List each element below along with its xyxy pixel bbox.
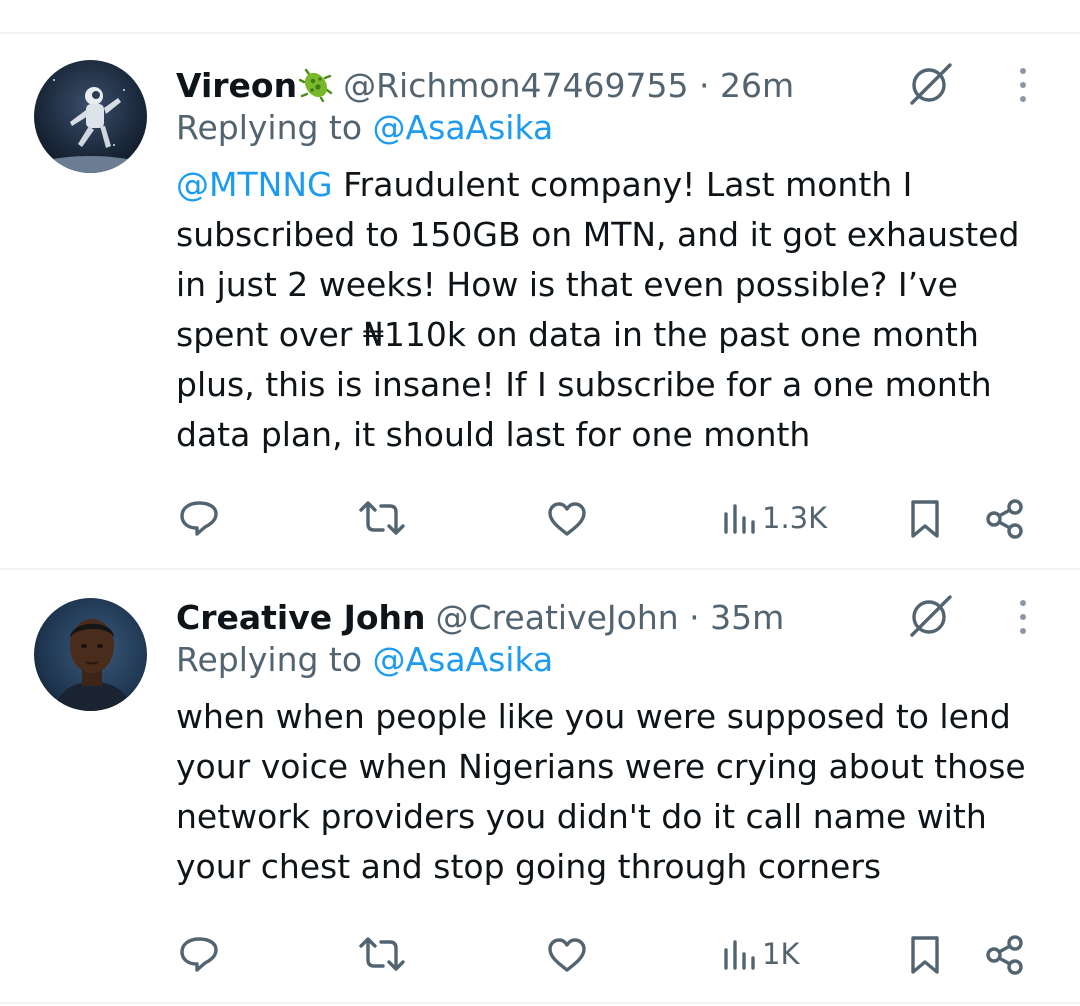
like-icon (548, 502, 586, 536)
text-line: spent over ₦110k on data in the past one… (176, 315, 979, 354)
text-line: network providers you didn't do it call … (176, 797, 987, 836)
dot-separator: · (678, 597, 711, 637)
retweet-button[interactable] (357, 500, 407, 536)
mention-link[interactable]: @MTNNG (176, 165, 333, 204)
share-button[interactable] (984, 934, 1026, 976)
bookmark-button[interactable] (908, 934, 942, 976)
like-icon (548, 938, 586, 972)
like-button[interactable] (546, 500, 588, 538)
grok-icon[interactable] (904, 592, 956, 642)
user-handle[interactable]: @CreativeJohn (436, 598, 679, 637)
text-line: plus, this is insane! If I subscribe for… (176, 365, 992, 404)
tweet-header: Creative John @CreativeJohn · 35m (176, 592, 784, 642)
tweet-text: @MTNNG Fraudulent company! Last month I … (176, 160, 1056, 460)
view-count: 1K (762, 937, 800, 971)
reply-icon (180, 501, 218, 536)
share-button[interactable] (984, 498, 1026, 540)
microbe-emoji-icon (298, 68, 333, 103)
bookmark-button[interactable] (908, 498, 942, 540)
handle-and-time: @CreativeJohn · 35m (436, 598, 785, 637)
avatar[interactable] (34, 60, 147, 173)
views-button[interactable]: 1.3K (722, 500, 827, 536)
views-icon (724, 504, 755, 534)
tweet-creative-john[interactable]: Creative John @CreativeJohn · 35m Replyi… (0, 592, 1080, 1002)
astronaut-avatar-image (34, 60, 147, 173)
dot-separator: · (688, 65, 720, 105)
timestamp[interactable]: 35m (710, 598, 784, 637)
user-handle[interactable]: @Richmon47469755 (343, 66, 688, 105)
retweet-icon (359, 937, 405, 971)
views-icon (724, 940, 755, 970)
text-line: @MTNNG Fraudulent company! Last month I (176, 160, 1056, 210)
replying-prefix: Replying to (176, 108, 373, 147)
tweet-vireon[interactable]: Vireon @Richmon47469755 · 26m Replying t… (0, 60, 1080, 560)
share-icon (986, 935, 1023, 975)
tweet-divider (0, 568, 1080, 570)
tweet-text: when when people like you were supposed … (176, 692, 1056, 892)
bottom-divider (0, 1002, 1080, 1004)
replying-to-handle[interactable]: @AsaAsika (373, 640, 554, 679)
view-count: 1.3K (762, 501, 828, 535)
handle-and-time: @Richmon47469755 · 26m (343, 66, 794, 105)
reply-button[interactable] (178, 498, 220, 538)
top-divider (0, 32, 1080, 34)
timestamp[interactable]: 26m (720, 66, 794, 105)
bookmark-icon (911, 936, 939, 974)
text-line: when when people like you were supposed … (176, 697, 1011, 736)
text-line: subscribed to 150GB on MTN, and it got e… (176, 215, 1020, 254)
bookmark-icon (911, 500, 939, 538)
like-button[interactable] (546, 936, 588, 974)
reply-icon (180, 937, 218, 972)
text-line: in just 2 weeks! How is that even possib… (176, 265, 958, 304)
grok-icon[interactable] (904, 60, 956, 110)
replying-to: Replying to @AsaAsika (176, 108, 553, 147)
text-fragment: Fraudulent company! Last month I (332, 165, 913, 204)
replying-to: Replying to @AsaAsika (176, 640, 553, 679)
retweet-button[interactable] (357, 936, 407, 972)
display-name[interactable]: Creative John (176, 598, 426, 637)
text-line: data plan, it should last for one month (176, 415, 811, 454)
tweet-header: Vireon @Richmon47469755 · 26m (176, 60, 794, 110)
display-name[interactable]: Vireon (176, 66, 297, 105)
replying-prefix: Replying to (176, 640, 373, 679)
more-icon[interactable] (1006, 62, 1040, 108)
text-line: your voice when Nigerians were crying ab… (176, 747, 1026, 786)
replying-to-handle[interactable]: @AsaAsika (373, 108, 554, 147)
share-icon (986, 499, 1023, 539)
retweet-icon (359, 501, 405, 535)
reply-button[interactable] (178, 934, 220, 974)
avatar[interactable] (34, 598, 147, 711)
text-line: your chest and stop going through corner… (176, 847, 882, 886)
portrait-avatar-image (34, 598, 147, 711)
views-button[interactable]: 1K (722, 936, 799, 972)
more-icon[interactable] (1006, 594, 1040, 640)
